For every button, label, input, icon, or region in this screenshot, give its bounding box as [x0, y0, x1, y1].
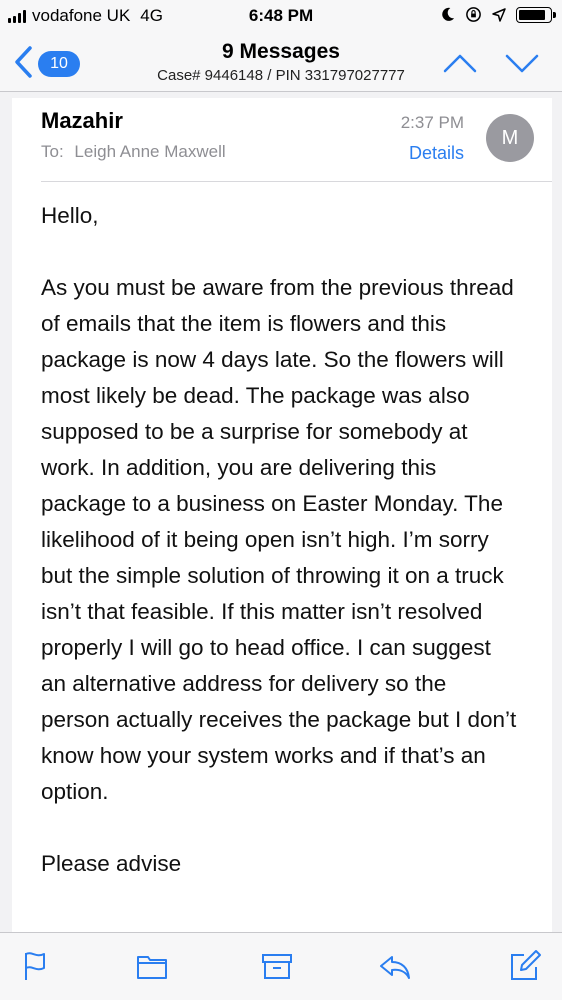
- message-card: Mazahir 2:37 PM To: Leigh Anne Maxwell D…: [12, 98, 552, 940]
- recipient-row: To: Leigh Anne Maxwell: [41, 142, 226, 162]
- details-link[interactable]: Details: [409, 143, 464, 164]
- reply-icon[interactable]: [378, 949, 412, 983]
- body-greeting: Hello,: [41, 203, 99, 228]
- rotation-lock-icon: [466, 7, 481, 22]
- location-icon: [492, 7, 506, 22]
- sender-avatar[interactable]: M: [486, 114, 534, 162]
- moon-icon: [442, 7, 455, 21]
- folder-icon[interactable]: [135, 949, 169, 983]
- compose-icon[interactable]: [508, 949, 542, 983]
- flag-icon[interactable]: [20, 949, 54, 983]
- archive-icon[interactable]: [260, 949, 294, 983]
- to-label: To:: [41, 142, 64, 161]
- recipient-name[interactable]: Leigh Anne Maxwell: [74, 142, 225, 161]
- status-bar: vodafone UK 4G 6:48 PM: [0, 0, 562, 34]
- bottom-toolbar: [0, 932, 562, 1000]
- next-message-chevron-down-icon[interactable]: [504, 50, 540, 76]
- sender-name: Mazahir: [41, 108, 123, 133]
- status-right: [440, 6, 556, 23]
- body-paragraph: As you must be aware from the previous t…: [41, 275, 517, 804]
- header-divider: [41, 181, 552, 182]
- message-body: Hello, As you must be aware from the pre…: [41, 198, 521, 918]
- message-time: 2:37 PM: [400, 113, 464, 132]
- message-nav-bar: 10 9 Messages Case# 9446148 / PIN 331797…: [0, 34, 562, 92]
- previous-message-chevron-up-icon[interactable]: [442, 50, 478, 76]
- battery-icon: [516, 6, 556, 23]
- body-closing: Please advise: [41, 851, 182, 876]
